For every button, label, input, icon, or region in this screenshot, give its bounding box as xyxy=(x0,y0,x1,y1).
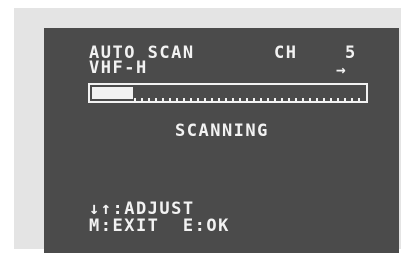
band-label: VHF-H xyxy=(89,58,148,78)
scan-progress-ticks xyxy=(134,98,364,101)
scan-progress-fill xyxy=(92,87,133,99)
scan-direction-arrow-icon: → xyxy=(336,60,348,79)
tv-frame: AUTO SCAN CH 5 VHF-H → SCANNING ↓↑:ADJUS… xyxy=(14,8,401,253)
scan-progress-bar xyxy=(88,83,368,103)
scan-status: SCANNING xyxy=(175,121,269,141)
help-exit-ok: M:EXIT E:OK xyxy=(89,216,230,236)
channel-label: CH xyxy=(274,43,298,63)
osd-screen: AUTO SCAN CH 5 VHF-H → SCANNING ↓↑:ADJUS… xyxy=(44,28,399,253)
